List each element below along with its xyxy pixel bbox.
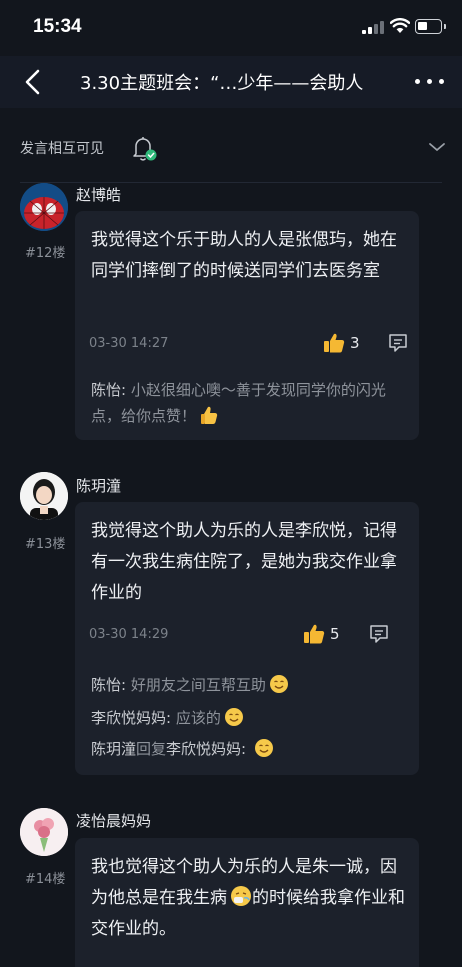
more-options-icon[interactable] [415, 78, 445, 86]
visibility-row: 发言相互可见 [0, 128, 462, 168]
like-button[interactable]: 3 [323, 332, 360, 354]
avatar[interactable] [20, 183, 68, 231]
status-bar: 15:34 [0, 0, 462, 56]
comment-icon[interactable] [368, 624, 390, 644]
post-timestamp: 03-30 14:27 [89, 336, 169, 351]
post-floor: #13楼 [25, 537, 66, 552]
thumbs-up-emoji [199, 405, 219, 425]
like-count: 5 [330, 625, 340, 643]
comment-icon[interactable] [387, 333, 409, 353]
reply-target: 李欣悦妈妈: [166, 740, 251, 758]
post-author[interactable]: 陈玥潼 [76, 475, 121, 496]
reply-text: 好朋友之间互帮互助 [130, 676, 266, 694]
post-author[interactable]: 凌怡晨妈妈 [76, 810, 151, 831]
reply-word: 回复 [136, 740, 167, 758]
thumbs-up-icon [303, 623, 325, 645]
reply-text: 应该的 [175, 709, 221, 727]
back-arrow-icon[interactable] [20, 68, 46, 96]
reply-author: 陈怡: [91, 381, 131, 399]
avatar[interactable] [20, 472, 68, 520]
post-content: 我觉得这个乐于助人的人是张偲玙，她在同学们摔倒了的时候送同学们去医务室 [91, 230, 397, 281]
reply-author: 陈怡: [91, 676, 131, 694]
smile-emoji [224, 707, 244, 727]
post-floor: #14楼 [25, 872, 66, 887]
reply-text: 小赵很细心噢～善于发现同学你的闪光点，给你点赞！ [91, 381, 386, 425]
like-count: 3 [350, 334, 360, 352]
battery-icon [415, 19, 446, 34]
reply-item[interactable]: 陈怡: 好朋友之间互帮互助 [91, 672, 411, 698]
post-card: 我觉得这个乐于助人的人是张偲玙，她在同学们摔倒了的时候送同学们去医务室 03-3… [75, 211, 419, 440]
post-floor: #12楼 [25, 246, 66, 261]
reply-item[interactable]: 李欣悦妈妈: 应该的 [91, 705, 411, 731]
reply-author: 李欣悦妈妈: [91, 709, 176, 727]
visibility-label: 发言相互可见 [20, 141, 104, 157]
wifi-icon [390, 18, 410, 33]
status-time: 15:34 [33, 16, 82, 37]
sick-emoji [230, 885, 252, 907]
post-content: 我也觉得这个助人为乐的人是朱一诚，因为他总是在我生病 的时候给我拿作业和交作业的… [91, 852, 409, 945]
nav-bar: 3.30主题班会：“…少年——会助人 [0, 56, 462, 108]
smile-emoji [269, 674, 289, 694]
signal-icon [362, 21, 384, 34]
thumbs-up-icon [323, 332, 345, 354]
smile-emoji [254, 738, 274, 758]
reply-item[interactable]: 陈玥潼回复李欣悦妈妈: [91, 736, 411, 762]
chevron-down-icon[interactable] [428, 141, 446, 153]
post-card: 我也觉得这个助人为乐的人是朱一诚，因为他总是在我生病 的时候给我拿作业和交作业的… [75, 838, 419, 967]
page-title: 3.30主题班会：“…少年——会助人 [80, 73, 364, 94]
post-content: 我觉得这个助人为乐的人是李欣悦，记得有一次我生病住院了，是她为我交作业拿作业的 [91, 521, 397, 603]
divider [20, 182, 442, 183]
bell-check-icon[interactable] [128, 133, 160, 163]
reply-item[interactable]: 陈怡: 小赵很细心噢～善于发现同学你的闪光点，给你点赞！ [91, 377, 411, 429]
post-author[interactable]: 赵博皓 [76, 184, 121, 205]
post-card: 我觉得这个助人为乐的人是李欣悦，记得有一次我生病住院了，是她为我交作业拿作业的 … [75, 502, 419, 775]
avatar[interactable] [20, 808, 68, 856]
post-timestamp: 03-30 14:29 [89, 627, 169, 642]
like-button[interactable]: 5 [303, 623, 340, 645]
reply-author: 陈玥潼 [91, 740, 137, 758]
